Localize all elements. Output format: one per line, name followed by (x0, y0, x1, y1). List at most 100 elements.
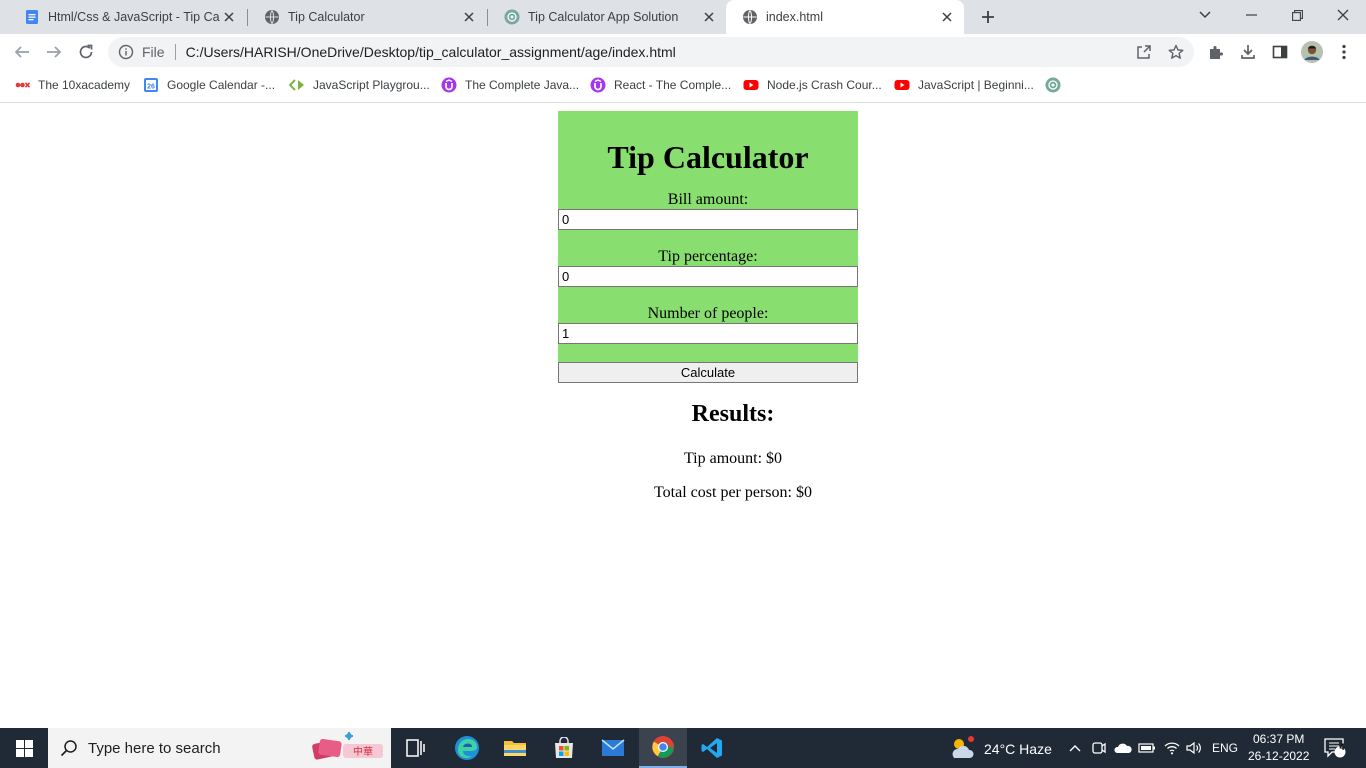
close-tab-icon[interactable] (220, 8, 238, 26)
taskbar: Type here to search 中華 24°C Haze ENG 06:… (0, 728, 1366, 768)
new-tab-button[interactable] (974, 2, 1002, 32)
number-of-people-input[interactable] (558, 323, 858, 344)
url-scheme: File (142, 44, 165, 60)
tray-expand-button[interactable] (1066, 728, 1084, 768)
download-icon (1241, 45, 1255, 59)
bill-amount-input[interactable] (558, 209, 858, 230)
bookmark-javascript-beginner[interactable]: JavaScript | Beginni... (894, 75, 1034, 95)
extensions-button[interactable] (1202, 38, 1230, 66)
tab-title: Tip Calculator App Solution (528, 10, 679, 24)
wifi-icon (1164, 742, 1180, 755)
menu-button[interactable] (1330, 38, 1358, 66)
bookmark-chatgpt[interactable] (1045, 75, 1069, 95)
tab-strip: Html/Css & JavaScript - Tip Calcu Tip Ca… (0, 0, 1366, 34)
bookmark-10xacademy[interactable]: The 10xacademy (14, 75, 130, 95)
search-icon (60, 740, 77, 757)
bookmark-label: JavaScript | Beginni... (918, 78, 1034, 92)
udemy-icon (441, 77, 457, 93)
minimize-icon (1245, 14, 1257, 16)
bookmark-javascript-playground[interactable]: JavaScript Playgrou... (289, 75, 430, 95)
url-text[interactable]: C:/Users/HARISH/OneDrive/Desktop/tip_cal… (186, 44, 676, 60)
tab-tip-calculator[interactable]: Tip Calculator (248, 0, 486, 34)
results-heading: Results: (691, 401, 775, 427)
weather-text[interactable]: 24°C Haze (984, 741, 1052, 757)
chevron-up-icon (1069, 745, 1081, 752)
camera-icon (1092, 742, 1106, 754)
tip-percentage-input[interactable] (558, 266, 858, 287)
mail-taskbar-button[interactable] (590, 728, 636, 768)
address-bar[interactable]: File C:/Users/HARISH/OneDrive/Desktop/ti… (108, 37, 1194, 67)
bookmark-react-complete[interactable]: React - The Comple... (590, 75, 731, 95)
udemy-icon (590, 77, 606, 93)
bookmark-label: JavaScript Playgrou... (313, 78, 430, 92)
youtube-icon (743, 80, 759, 90)
bookmarks-bar: The 10xacademy 26 Google Calendar -... J… (0, 70, 1366, 98)
search-placeholder: Type here to search (88, 739, 221, 757)
windows-icon (15, 739, 33, 757)
bookmark-google-calendar[interactable]: 26 Google Calendar -... (143, 75, 275, 95)
meet-now-button[interactable] (1090, 728, 1108, 768)
downloads-button[interactable] (1234, 38, 1262, 66)
vscode-icon (701, 738, 722, 758)
avatar (1301, 41, 1323, 63)
onedrive-button[interactable] (1113, 728, 1133, 768)
notification-center-button[interactable]: 4 (1318, 728, 1352, 768)
task-view-button[interactable] (394, 728, 438, 768)
clock-time[interactable]: 06:37 PM (1253, 732, 1304, 746)
close-window-button[interactable] (1320, 0, 1366, 30)
start-button[interactable] (0, 728, 48, 768)
vscode-taskbar-button[interactable] (689, 728, 735, 768)
taskbar-search[interactable]: Type here to search 中華 (48, 728, 391, 768)
back-button[interactable] (8, 38, 36, 66)
globe-icon (743, 10, 757, 24)
profile-button[interactable] (1298, 38, 1326, 66)
close-tab-icon[interactable] (460, 8, 478, 26)
notification-count: 4 (1339, 742, 1345, 752)
browser-toolbar: File C:/Users/HARISH/OneDrive/Desktop/ti… (0, 34, 1366, 70)
network-button[interactable] (1161, 728, 1183, 768)
task-view-icon (406, 739, 425, 757)
chrome-taskbar-button[interactable] (639, 728, 687, 768)
docs-icon (26, 10, 38, 24)
weather-widget[interactable] (948, 728, 978, 768)
side-panel-button[interactable] (1266, 38, 1294, 66)
battery-button[interactable] (1137, 728, 1157, 768)
speaker-icon (1186, 741, 1201, 755)
store-taskbar-button[interactable] (541, 728, 587, 768)
share-icon[interactable] (1136, 44, 1152, 60)
info-icon[interactable] (118, 44, 134, 60)
svg-text:中華: 中華 (353, 745, 373, 758)
tab-search-button[interactable] (1182, 0, 1228, 30)
bookmark-label: Node.js Crash Cour... (767, 78, 882, 92)
language-indicator[interactable]: ENG (1212, 741, 1238, 755)
bookmark-complete-javascript[interactable]: The Complete Java... (441, 75, 579, 95)
close-tab-icon[interactable] (700, 8, 718, 26)
tab-tip-calculator-solution[interactable]: Tip Calculator App Solution (488, 0, 726, 34)
tab-title: index.html (766, 10, 823, 24)
clock-date[interactable]: 26-12-2022 (1248, 749, 1309, 763)
restore-button[interactable] (1274, 0, 1320, 30)
tab-html-css-tip[interactable]: Html/Css & JavaScript - Tip Calcu (8, 0, 246, 34)
reload-icon (79, 44, 93, 59)
tab-index-html[interactable]: index.html (726, 0, 964, 34)
calculate-button[interactable]: Calculate (558, 362, 858, 383)
forward-button[interactable] (40, 38, 68, 66)
minimize-button[interactable] (1228, 0, 1274, 30)
bookmark-nodejs-crash-course[interactable]: Node.js Crash Cour... (743, 75, 882, 95)
file-explorer-taskbar-button[interactable] (492, 728, 538, 768)
cloud-icon (1114, 743, 1132, 753)
10x-icon (14, 82, 30, 88)
forward-arrow-icon (47, 46, 62, 58)
edge-taskbar-button[interactable] (444, 728, 490, 768)
bookmark-star-icon[interactable] (1168, 44, 1184, 60)
close-tab-icon[interactable] (938, 8, 956, 26)
playground-icon (289, 79, 304, 91)
reload-button[interactable] (72, 38, 100, 66)
globe-icon (265, 10, 279, 24)
bookmark-label: React - The Comple... (614, 78, 732, 92)
volume-button[interactable] (1183, 728, 1205, 768)
edge-icon (455, 736, 479, 760)
search-highlight-icon: 中華 (312, 732, 383, 760)
kebab-menu-icon (1342, 44, 1346, 60)
mail-icon (601, 739, 625, 756)
